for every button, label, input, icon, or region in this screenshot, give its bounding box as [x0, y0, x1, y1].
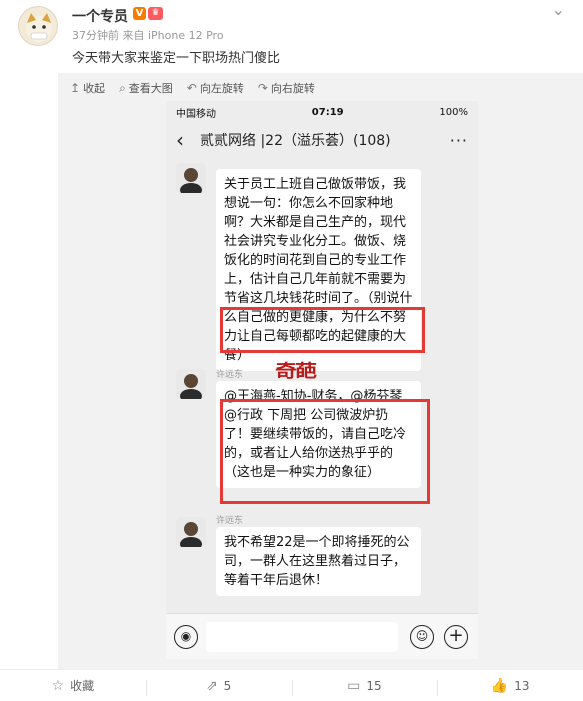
rotate-left-icon: ↶ — [186, 81, 197, 95]
comment-count: 15 — [366, 678, 382, 693]
collapse-icon: ↥ — [70, 81, 81, 95]
chat-header: ‹ 贰贰网络 |22（溢乐荟）(108) ··· — [166, 123, 478, 157]
like-count: 13 — [514, 678, 530, 693]
voice-icon: ◉ — [174, 625, 198, 649]
repost-button[interactable]: ⇗ 5 — [145, 677, 292, 696]
post-text: 今天带大家来鉴定一下职场热门傻比 — [72, 51, 281, 66]
rotate-left-label: 向左旋转 — [199, 82, 244, 95]
highlight-box — [220, 307, 425, 353]
chat-title: 贰贰网络 |22（溢乐荟）(108) — [200, 133, 391, 149]
rotate-right-icon: ↷ — [257, 81, 268, 95]
repost-icon: ⇗ — [205, 677, 218, 694]
post-meta: 37分钟前 来自 iPhone 12 Pro — [72, 29, 224, 42]
status-bar: 中国移动 07:19 100% — [166, 101, 478, 123]
chat-input-bar: ◉ ☺ + — [166, 613, 478, 659]
thumbs-up-icon: 👍 — [490, 677, 509, 694]
emoji-icon: ☺ — [410, 625, 434, 649]
watermark-stamp: 奇葩 — [275, 362, 317, 382]
highlight-box — [220, 399, 430, 504]
verified-badge-icon: V — [133, 7, 146, 20]
plus-icon: + — [444, 625, 468, 649]
collapse-label: 收起 — [83, 82, 106, 95]
message-bubble: 我不希望22是一个即将捶死的公司，一群人在这里熬着过日子，等着干年后退休！ — [216, 527, 421, 596]
sender-avatar — [176, 369, 206, 399]
comment-button[interactable]: ▭ 15 — [291, 677, 438, 696]
rotate-right-label: 向右旋转 — [270, 82, 315, 95]
repost-count: 5 — [223, 678, 232, 693]
view-large-label: 查看大图 — [128, 82, 173, 95]
sender-name: 许远东 — [216, 516, 244, 526]
image-toolbar: ↥ 收起 ⌕ 查看大图 ↶ 向左旋转 ↷ 向右旋转 — [70, 80, 315, 96]
back-arrow-icon: ‹ — [176, 128, 184, 152]
sender-name: 许远东 — [216, 370, 244, 380]
collect-button[interactable]: ☆ 收藏 — [0, 677, 146, 694]
carrier-label: 中国移动 — [176, 108, 216, 120]
view-large-button[interactable]: ⌕ 查看大图 — [119, 80, 173, 96]
sender-avatar — [176, 517, 206, 547]
chat-input-field — [206, 622, 398, 652]
rotate-right-button[interactable]: ↷ 向右旋转 — [258, 80, 315, 96]
more-options-icon[interactable]: ⌄ — [552, 0, 565, 19]
battery-label: 100% — [439, 106, 468, 118]
chat-more-icon: ··· — [449, 130, 468, 150]
post-header: 一个专员 V ♛ 37分钟前 来自 iPhone 12 Pro ⌄ 今天带大家来… — [0, 0, 583, 72]
status-time: 07:19 — [311, 106, 344, 118]
rotate-left-button[interactable]: ↶ 向左旋转 — [187, 80, 244, 96]
action-bar: ☆ 收藏 ⇗ 5 ▭ 15 👍 13 — [0, 669, 583, 701]
member-badge-icon: ♛ — [148, 7, 163, 20]
user-avatar[interactable] — [18, 6, 58, 46]
magnifier-icon: ⌕ — [119, 80, 126, 95]
username[interactable]: 一个专员 — [72, 6, 128, 26]
comment-icon: ▭ — [347, 677, 361, 694]
star-icon: ☆ — [51, 677, 65, 694]
collect-label: 收藏 — [70, 679, 95, 693]
sender-avatar — [176, 163, 206, 193]
collapse-button[interactable]: ↥ 收起 — [70, 80, 105, 96]
like-button[interactable]: 👍 13 — [437, 677, 583, 696]
chat-screenshot[interactable]: 中国移动 07:19 100% ‹ 贰贰网络 |22（溢乐荟）(108) ···… — [166, 101, 478, 659]
